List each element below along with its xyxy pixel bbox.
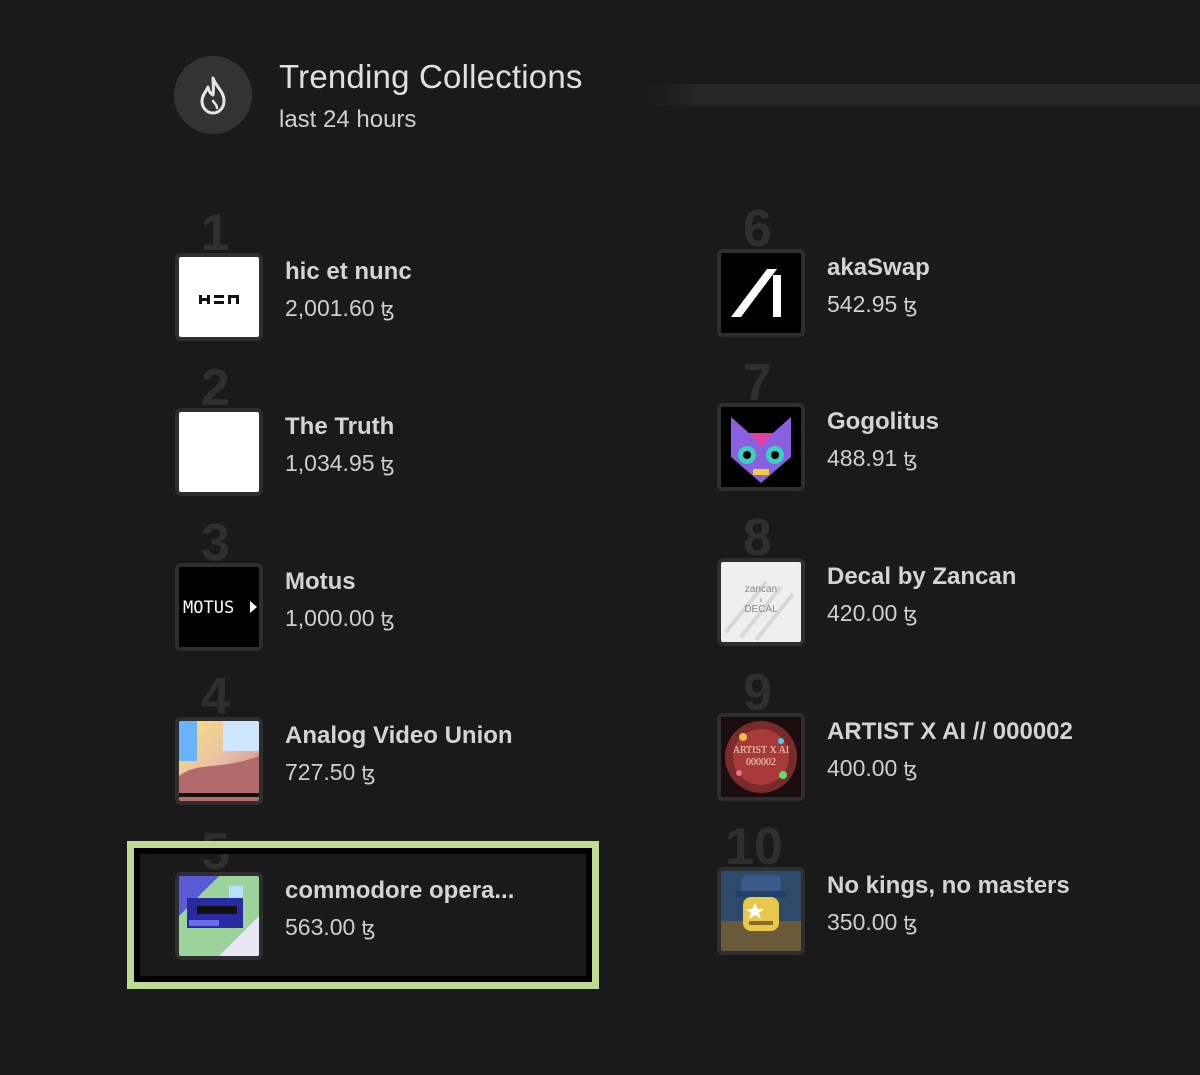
svg-text:000002: 000002	[746, 757, 776, 768]
collection-item[interactable]: 8 zancan x DECAL Decal by Zancan 420.00 ꜩ	[717, 509, 1137, 650]
flame-icon	[200, 76, 226, 115]
masked-figure-art-icon	[721, 871, 801, 951]
collection-volume: 420.00 ꜩ	[827, 600, 918, 626]
collection-thumbnail[interactable]: zancan x DECAL	[717, 558, 805, 646]
collection-name[interactable]: Motus	[285, 565, 395, 599]
collection-item[interactable]: 3 MOTUS Motus 1,000.00 ꜩ	[175, 514, 595, 655]
tezos-icon: ꜩ	[380, 299, 395, 321]
collection-name[interactable]: Analog Video Union	[285, 719, 513, 753]
collection-thumbnail[interactable]: ARTIST X AI 000002	[717, 713, 805, 801]
collection-item[interactable]: 9 ARTIST X AI 000002 ARTIST X AI // 0000…	[717, 664, 1137, 805]
analog-video-art-icon	[179, 721, 259, 801]
collection-thumbnail[interactable]	[175, 408, 263, 496]
collection-volume: 488.91 ꜩ	[827, 445, 918, 471]
collection-item[interactable]: 4 Analog Video Union 727.50 ꜩ	[175, 668, 595, 809]
motus-logo-icon: MOTUS	[179, 567, 259, 647]
page-subtitle: last 24 hours	[279, 106, 417, 133]
collection-volume: 350.00 ꜩ	[827, 909, 918, 935]
hen-logo-icon	[179, 257, 259, 337]
collection-item[interactable]: 10 No kings, no masters 350.00 ꜩ	[717, 818, 1137, 959]
collection-volume: 542.95 ꜩ	[827, 291, 918, 317]
collection-item[interactable]: 2 The Truth 1,034.95 ꜩ	[175, 359, 595, 500]
flame-badge	[174, 56, 252, 134]
collection-name[interactable]: commodore opera...	[285, 874, 514, 908]
collection-thumbnail[interactable]	[175, 717, 263, 805]
collection-thumbnail[interactable]: MOTUS	[175, 563, 263, 651]
collection-volume: 563.00 ꜩ	[285, 914, 376, 940]
collection-thumbnail[interactable]	[717, 249, 805, 337]
collection-thumbnail[interactable]	[717, 403, 805, 491]
collection-item[interactable]: 1 hic et nunc 2,001.60 ꜩ	[175, 204, 595, 345]
tezos-icon: ꜩ	[380, 454, 395, 476]
svg-text:zancan: zancan	[745, 584, 777, 595]
tezos-icon: ꜩ	[903, 759, 918, 781]
collection-name[interactable]: Decal by Zancan	[827, 560, 1016, 594]
page-title: Trending Collections	[279, 58, 583, 95]
tezos-icon: ꜩ	[380, 609, 395, 631]
trending-header: Trending Collections last 24 hours	[174, 56, 583, 134]
tezos-icon: ꜩ	[903, 449, 918, 471]
collection-name[interactable]: ARTIST X AI // 000002	[827, 715, 1073, 749]
top-bar	[645, 84, 1200, 106]
collection-thumbnail[interactable]	[175, 872, 263, 960]
blank-thumbnail-icon	[179, 412, 259, 492]
collection-thumbnail[interactable]	[175, 253, 263, 341]
tezos-icon: ꜩ	[903, 604, 918, 626]
collection-name[interactable]: No kings, no masters	[827, 869, 1070, 903]
collection-volume: 727.50 ꜩ	[285, 759, 376, 785]
tezos-icon: ꜩ	[361, 918, 376, 940]
collection-name[interactable]: The Truth	[285, 410, 395, 444]
collection-volume: 2,001.60 ꜩ	[285, 295, 395, 321]
collection-volume: 1,000.00 ꜩ	[285, 605, 395, 631]
collection-item[interactable]: 6 akaSwap 542.95 ꜩ	[717, 200, 1137, 341]
collection-item[interactable]: 5 commodore opera... 563.00 ꜩ	[175, 823, 595, 964]
glitch-art-icon	[179, 876, 259, 956]
collection-name[interactable]: Gogolitus	[827, 405, 939, 439]
collection-volume: 1,034.95 ꜩ	[285, 450, 395, 476]
cat-skull-art-icon	[721, 407, 801, 487]
svg-text:ARTIST X AI: ARTIST X AI	[733, 745, 789, 756]
tezos-icon: ꜩ	[361, 763, 376, 785]
svg-text:MOTUS: MOTUS	[183, 598, 234, 618]
collection-thumbnail[interactable]	[717, 867, 805, 955]
decal-logo-icon: zancan x DECAL	[721, 562, 801, 642]
artist-ai-art-icon: ARTIST X AI 000002	[721, 717, 801, 797]
akaswap-logo-icon	[721, 253, 801, 333]
collection-item[interactable]: 7 Gogolitus 488.91 ꜩ	[717, 354, 1137, 495]
collection-name[interactable]: hic et nunc	[285, 255, 412, 289]
tezos-icon: ꜩ	[903, 295, 918, 317]
svg-text:DECAL: DECAL	[744, 604, 778, 615]
collection-name[interactable]: akaSwap	[827, 251, 930, 285]
tezos-icon: ꜩ	[903, 913, 918, 935]
collection-volume: 400.00 ꜩ	[827, 755, 918, 781]
